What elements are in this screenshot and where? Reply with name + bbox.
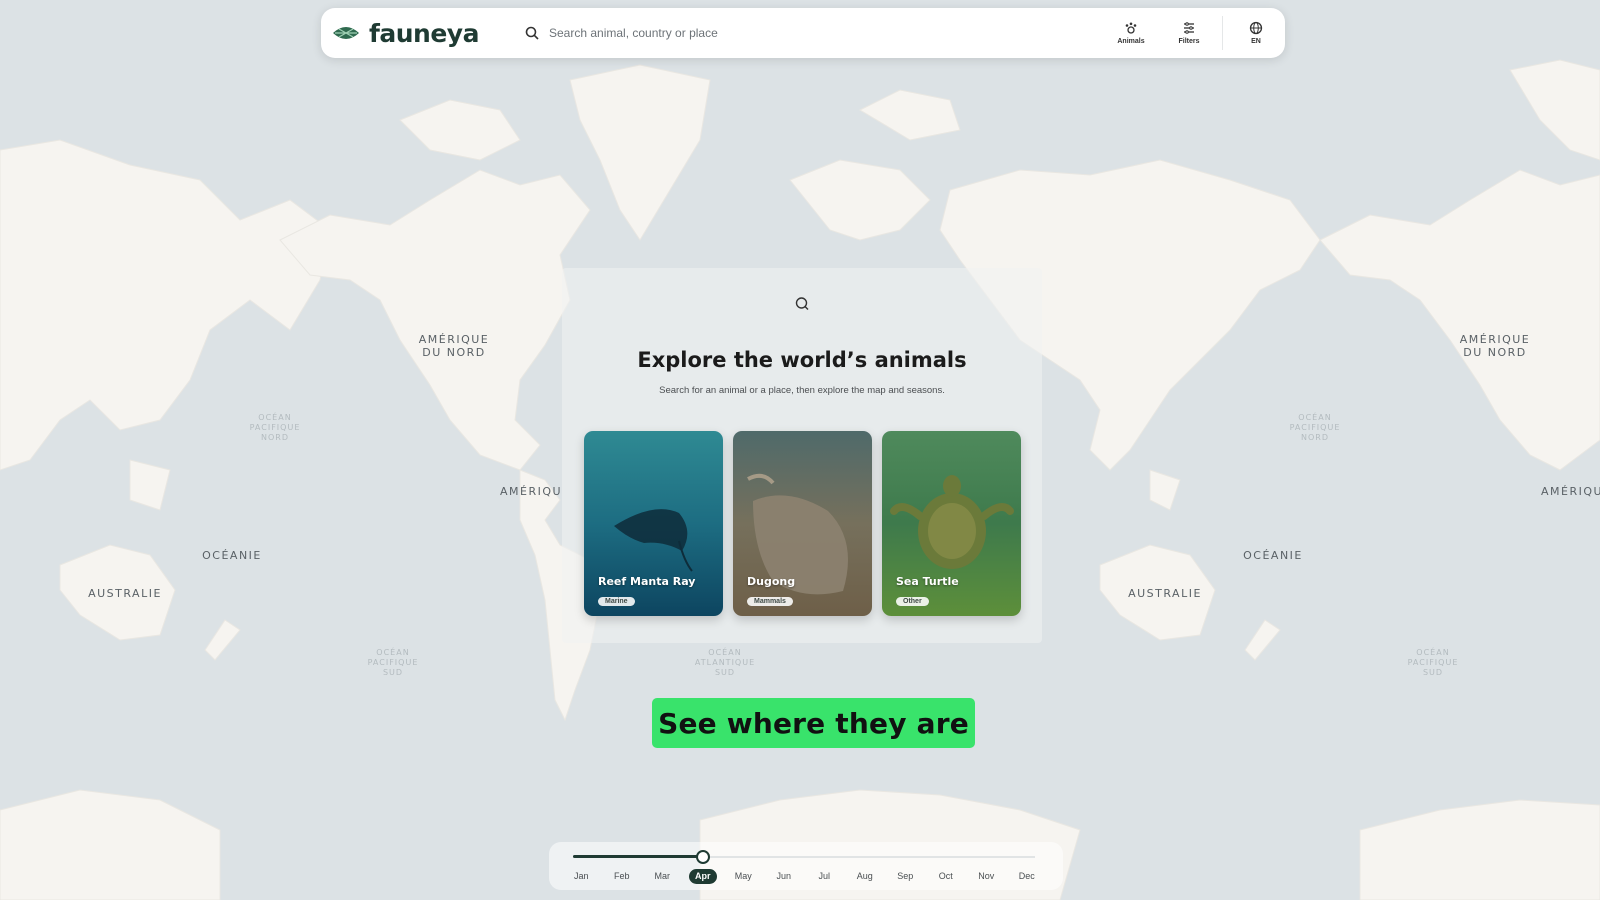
search-input[interactable]	[549, 26, 1029, 40]
nav-label: Animals	[1117, 38, 1145, 45]
brand-logo[interactable]: fauneya	[331, 19, 511, 48]
brand-name: fauneya	[369, 18, 479, 48]
panel-subtitle: Search for an animal or a place, then ex…	[659, 385, 945, 396]
manta-ray-image	[584, 431, 723, 616]
timeline-track-fill	[573, 855, 703, 858]
map-label-ocean: OCÉAN PACIFIQUE SUD	[367, 648, 419, 677]
month-nov[interactable]: Nov	[966, 869, 1007, 884]
search-icon	[795, 297, 809, 310]
month-oct[interactable]: Oct	[926, 869, 967, 884]
animal-card-sea-turtle[interactable]: Sea Turtle Other	[882, 431, 1021, 616]
timeline-slider-thumb[interactable]	[696, 850, 710, 864]
language-button[interactable]: EN	[1227, 21, 1285, 45]
month-aug[interactable]: Aug	[845, 869, 886, 884]
map-label-ocean: OCÉAN PACIFIQUE NORD	[1289, 413, 1341, 442]
leaf-logo-icon	[333, 27, 359, 39]
map-label-north-america: AMÉRIQUE DU NORD	[1459, 333, 1531, 359]
animal-card-manta-ray[interactable]: Reef Manta Ray Marine	[584, 431, 723, 616]
dugong-image	[733, 431, 872, 616]
month-timeline[interactable]: Jan Feb Mar Apr May Jun Jul Aug Sep Oct Nov Dec	[549, 842, 1063, 890]
animal-card-name: Dugong	[747, 575, 796, 588]
month-may[interactable]: May	[723, 869, 764, 884]
animal-card-name: Reef Manta Ray	[598, 575, 696, 588]
nav-label: EN	[1251, 38, 1261, 45]
top-bar: fauneya Animals Filters	[321, 8, 1285, 58]
month-mar[interactable]: Mar	[642, 869, 683, 884]
globe-icon	[1249, 21, 1263, 35]
map-label-ocean: OCÉAN ATLANTIQUE SUD	[694, 648, 756, 677]
nav-label: Filters	[1178, 38, 1200, 45]
filter-icon	[1184, 22, 1194, 34]
map-label-australia: AUSTRALIE	[88, 587, 162, 600]
month-jun[interactable]: Jun	[764, 869, 805, 884]
month-list: Jan Feb Mar Apr May Jun Jul Aug Sep Oct Nov Dec	[561, 869, 1047, 884]
nav-divider	[1222, 16, 1223, 50]
map-label-ocean: OCÉAN PACIFIQUE NORD	[249, 413, 301, 442]
paw-icon	[1125, 22, 1137, 34]
month-jan[interactable]: Jan	[561, 869, 602, 884]
animal-card-tag: Mammals	[747, 597, 793, 606]
animal-card-dugong[interactable]: Dugong Mammals	[733, 431, 872, 616]
month-dec[interactable]: Dec	[1007, 869, 1048, 884]
animal-card-tag: Marine	[598, 597, 635, 606]
nav-animals-button[interactable]: Animals	[1102, 21, 1160, 45]
month-jul[interactable]: Jul	[804, 869, 845, 884]
explore-panel: Explore the world’s animals Search for a…	[562, 268, 1042, 643]
animal-cards: Reef Manta Ray Marine Dugong Mammals Sea…	[584, 431, 1021, 616]
month-apr[interactable]: Apr	[688, 869, 717, 884]
search-icon	[525, 26, 539, 40]
animal-card-name: Sea Turtle	[896, 575, 959, 588]
see-where-button[interactable]: See where they are	[652, 698, 975, 748]
animal-card-tag: Other	[896, 597, 929, 606]
map-label-australia: AUSTRALIE	[1128, 587, 1202, 600]
map-label-ocean: OCÉAN PACIFIQUE SUD	[1407, 648, 1459, 677]
nav-filters-button[interactable]: Filters	[1160, 21, 1218, 45]
map-label-oceania: OCÉANIE	[202, 549, 262, 562]
map-label-north-america: AMÉRIQUE DU NORD	[418, 333, 490, 359]
month-feb[interactable]: Feb	[602, 869, 643, 884]
map-label-south-america: AMÉRIQU	[500, 485, 563, 498]
sea-turtle-image	[882, 431, 1021, 616]
map-label-south-america: AMÉRIQU	[1541, 485, 1600, 498]
map-label-oceania: OCÉANIE	[1243, 549, 1303, 562]
month-sep[interactable]: Sep	[885, 869, 926, 884]
search-bar[interactable]	[525, 26, 1102, 40]
panel-title: Explore the world’s animals	[637, 348, 967, 372]
